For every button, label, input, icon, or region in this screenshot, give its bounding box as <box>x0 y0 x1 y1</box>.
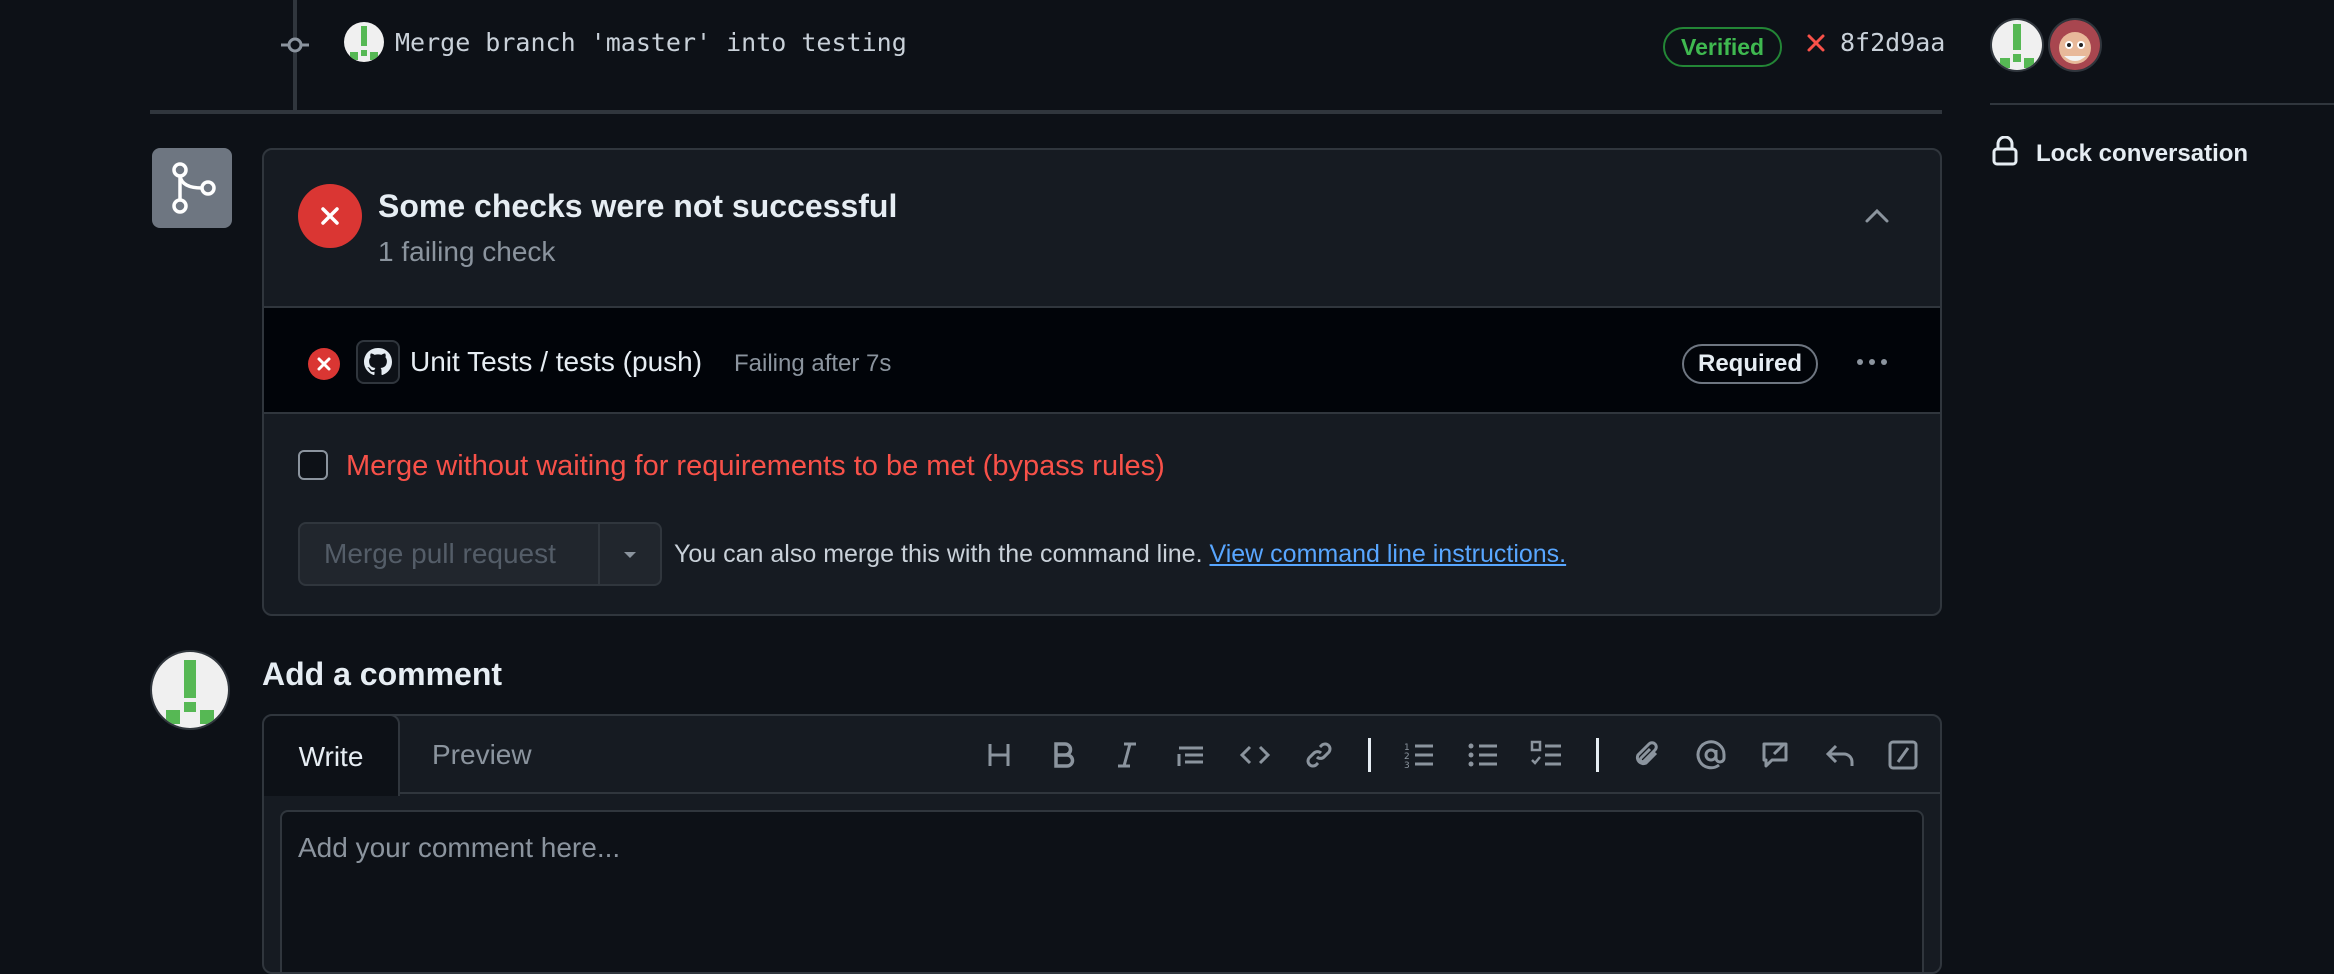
editor-tab-bar: Write Preview 123 <box>264 716 1940 796</box>
participant-avatar[interactable] <box>2048 18 2102 72</box>
sidebar-divider <box>1990 103 2334 105</box>
failed-status-icon[interactable] <box>1806 33 1826 53</box>
participant-avatar[interactable] <box>1990 18 2044 72</box>
timeline-divider <box>150 110 1942 114</box>
attach-icon[interactable] <box>1630 738 1664 772</box>
bypass-label[interactable]: Merge without waiting for requirements t… <box>346 450 1165 483</box>
ordered-list-icon[interactable]: 123 <box>1402 738 1436 772</box>
checks-status-subtitle: 1 failing check <box>378 236 556 267</box>
check-row[interactable]: Unit Tests / tests (push) Failing after … <box>264 306 1940 414</box>
comment-textarea[interactable]: Add your comment here... <box>280 810 1924 972</box>
commit-icon <box>281 34 309 56</box>
check-status-text: Failing after 7s <box>734 350 892 377</box>
unordered-list-icon[interactable] <box>1466 738 1500 772</box>
command-line-instructions-link[interactable]: View command line instructions. <box>1209 540 1566 568</box>
lock-conversation-link[interactable]: Lock conversation <box>2036 140 2248 168</box>
comment-editor: Write Preview 123 Add your comment here.… <box>262 714 1942 974</box>
command-line-text: You can also merge this with the command… <box>674 540 1203 568</box>
bypass-checkbox[interactable] <box>298 450 328 480</box>
quote-icon[interactable] <box>1174 738 1208 772</box>
merge-pull-request-button[interactable]: Merge pull request <box>298 522 600 586</box>
toolbar-separator <box>1596 738 1599 772</box>
git-merge-icon <box>152 148 232 228</box>
heading-icon[interactable] <box>982 738 1016 772</box>
lock-icon[interactable] <box>1992 136 2018 166</box>
italic-icon[interactable] <box>1110 738 1144 772</box>
github-icon <box>356 340 400 384</box>
check-failed-icon <box>308 348 340 380</box>
command-line-hint: You can also merge this with the command… <box>674 540 1566 569</box>
commit-author-avatar[interactable] <box>344 22 384 62</box>
reply-icon[interactable] <box>1822 738 1856 772</box>
check-name[interactable]: Unit Tests / tests (push) <box>410 346 702 378</box>
mention-icon[interactable] <box>1694 738 1728 772</box>
required-badge: Required <box>1682 344 1819 384</box>
code-icon[interactable] <box>1238 738 1272 772</box>
more-options-icon[interactable] <box>1852 350 1892 374</box>
bold-icon[interactable] <box>1046 738 1080 772</box>
svg-text:3: 3 <box>1404 761 1410 771</box>
add-comment-heading: Add a comment <box>262 656 503 692</box>
link-icon[interactable] <box>1302 738 1336 772</box>
toolbar-separator <box>1368 738 1371 772</box>
task-list-icon[interactable] <box>1530 738 1564 772</box>
cross-reference-icon[interactable] <box>1758 738 1792 772</box>
checks-failed-icon <box>298 184 362 248</box>
commit-sha[interactable]: 8f2d9aa <box>1840 28 1945 57</box>
slash-commands-icon[interactable] <box>1886 738 1920 772</box>
commit-message[interactable]: Merge branch 'master' into testing <box>395 28 907 57</box>
current-user-avatar[interactable] <box>150 650 230 730</box>
checks-status-title: Some checks were not successful <box>378 188 898 224</box>
chevron-up-icon[interactable] <box>1864 208 1890 224</box>
verified-badge[interactable]: Verified <box>1663 27 1783 67</box>
tab-write[interactable]: Write <box>264 716 400 796</box>
tab-preview[interactable]: Preview <box>432 716 532 794</box>
merge-box: Some checks were not successful 1 failin… <box>262 148 1942 616</box>
merge-method-dropdown[interactable] <box>598 522 662 586</box>
